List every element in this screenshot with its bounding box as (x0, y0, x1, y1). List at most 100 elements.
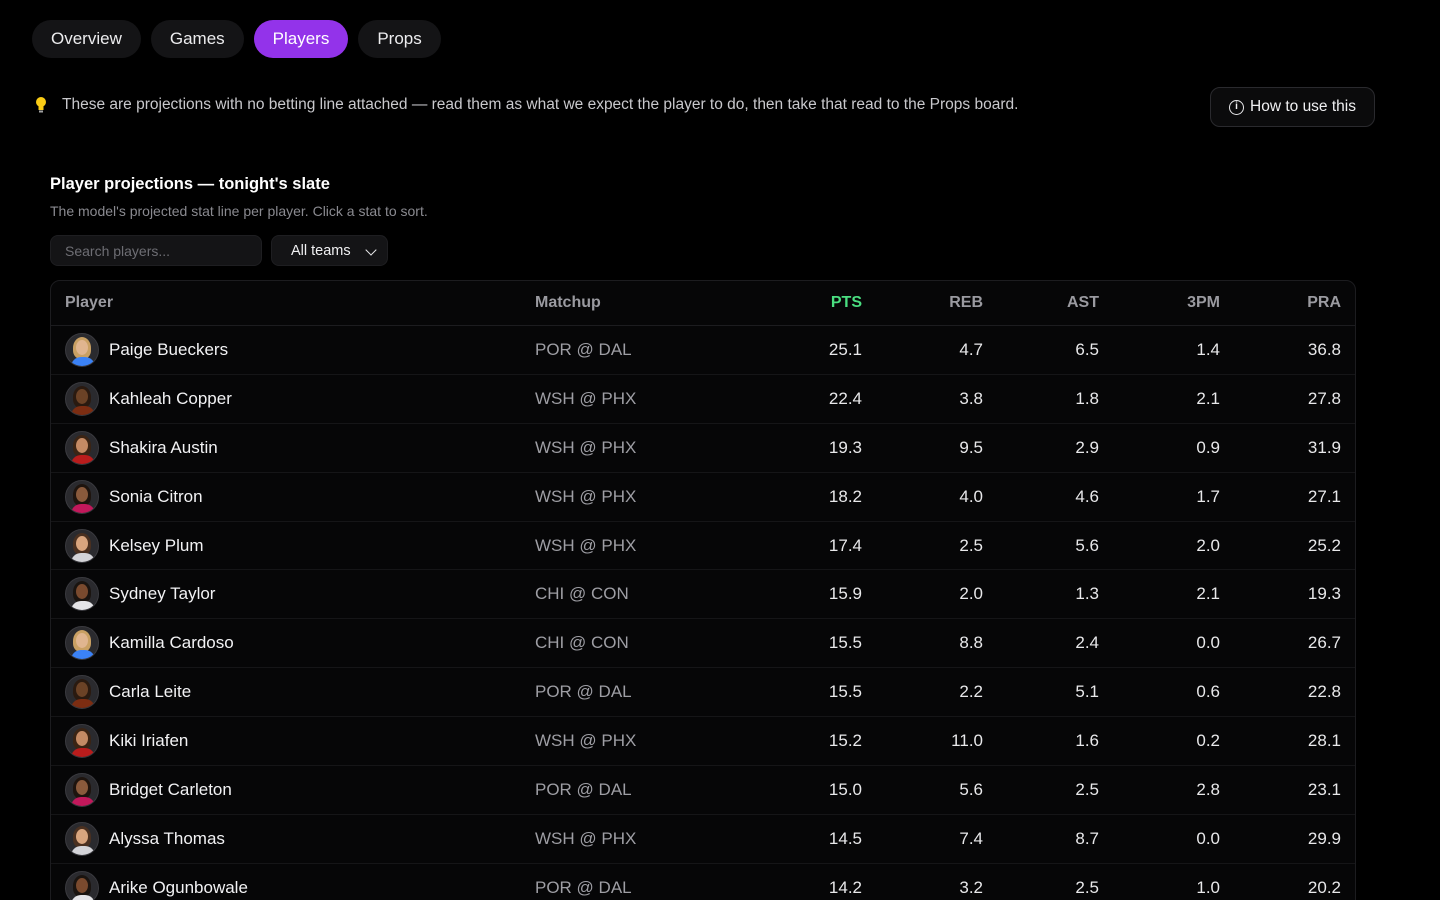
search-players-input[interactable] (50, 235, 262, 266)
reb-value: 4.0 (959, 486, 983, 506)
pra-value: 25.2 (1307, 535, 1341, 555)
matchup-text: WSH @ PHX (535, 828, 637, 848)
projections-table: Player Matchup PTS REB AST 3PM PRA Paige… (50, 280, 1356, 900)
player-cell: Kiki Iriafen (51, 724, 521, 759)
table-row[interactable]: Kahleah Copper WSH @ PHX 22.4 3.8 1.8 2.… (51, 375, 1355, 424)
player-cell: Shakira Austin (51, 430, 521, 465)
matchup-text: WSH @ PHX (535, 535, 637, 555)
ast-value: 5.6 (1075, 535, 1099, 555)
3pm-value: 1.0 (1196, 877, 1220, 897)
pra-value: 36.8 (1307, 339, 1341, 359)
table-row[interactable]: Kiki Iriafen WSH @ PHX 15.2 11.0 1.6 0.2… (51, 717, 1355, 767)
pts-value: 15.5 (828, 633, 862, 653)
how-to-use-button[interactable]: i How to use this (1210, 87, 1375, 127)
matchup-cell: WSH @ PHX (521, 536, 751, 556)
matchup-text: WSH @ PHX (535, 486, 637, 506)
matchup-cell: WSH @ PHX (521, 731, 751, 751)
tab-games[interactable]: Games (150, 20, 244, 58)
player-cell: Carla Leite (51, 675, 521, 710)
matchup-cell: POR @ DAL (521, 340, 751, 360)
notice-text: These are projections with no betting li… (62, 96, 1019, 113)
tab-props[interactable]: Props (358, 20, 441, 58)
matchup-text: POR @ DAL (535, 779, 632, 799)
matchup-cell: POR @ DAL (521, 780, 751, 800)
tab-players[interactable]: Players (253, 20, 349, 58)
avatar (65, 430, 99, 465)
reb-value: 8.8 (959, 633, 983, 653)
avatar (65, 626, 99, 661)
ast-value: 8.7 (1075, 828, 1099, 848)
avatar (65, 528, 99, 563)
player-name: Paige Bueckers (109, 339, 229, 359)
table-row[interactable]: Shakira Austin WSH @ PHX 19.3 9.5 2.9 0.… (51, 424, 1355, 473)
table-row[interactable]: Bridget Carleton POR @ DAL 15.0 5.6 2.5 … (51, 766, 1355, 815)
avatar (65, 772, 99, 807)
team-filter-value: All teams (291, 242, 351, 259)
player-name: Kamilla Cardoso (109, 633, 234, 653)
ast-value: 2.5 (1075, 877, 1099, 897)
avatar (65, 870, 99, 900)
section-title: Player projections — tonight's slate (50, 175, 330, 193)
team-filter-select[interactable]: All teams (271, 235, 388, 266)
player-cell: Arike Ogunbowale (51, 870, 521, 900)
3pm-value: 0.6 (1196, 682, 1220, 702)
player-cell: Bridget Carleton (51, 772, 521, 807)
player-name: Carla Leite (109, 682, 192, 702)
pra-value: 19.3 (1307, 584, 1341, 604)
player-cell: Sydney Taylor (51, 577, 521, 612)
table-row[interactable]: Sydney Taylor CHI @ CON 15.9 2.0 1.3 2.1… (51, 570, 1355, 620)
avatar (65, 381, 99, 416)
pra-value: 29.9 (1307, 828, 1341, 848)
col-header-reb[interactable]: REB (862, 294, 983, 312)
table-body: Paige Bueckers POR @ DAL 25.1 4.7 6.5 1.… (51, 326, 1355, 900)
3pm-value: 1.4 (1196, 339, 1220, 359)
lightbulb-icon (36, 97, 46, 113)
player-cell: Paige Bueckers (51, 332, 521, 367)
nav-tabs: Overview Games Players Props (32, 20, 441, 58)
table-row[interactable]: Arike Ogunbowale POR @ DAL 14.2 3.2 2.5 … (51, 864, 1355, 900)
pts-value: 14.2 (828, 877, 862, 897)
table-row[interactable]: Paige Bueckers POR @ DAL 25.1 4.7 6.5 1.… (51, 326, 1355, 375)
col-header-3pm[interactable]: 3PM (1099, 294, 1220, 312)
matchup-text: WSH @ PHX (535, 731, 637, 751)
matchup-cell: POR @ DAL (521, 878, 751, 898)
avatar (65, 479, 99, 514)
3pm-value: 0.2 (1196, 731, 1220, 751)
table-row[interactable]: Carla Leite POR @ DAL 15.5 2.2 5.1 0.6 2… (51, 668, 1355, 718)
3pm-value: 0.9 (1196, 437, 1220, 457)
section-subtitle: The model's projected stat line per play… (50, 203, 428, 219)
player-cell: Kelsey Plum (51, 528, 521, 563)
col-header-ast[interactable]: AST (983, 294, 1099, 312)
col-header-pts[interactable]: PTS (751, 294, 862, 312)
avatar (65, 724, 99, 759)
reb-value: 7.4 (959, 828, 983, 848)
pts-value: 19.3 (828, 437, 862, 457)
pts-value: 18.2 (828, 486, 862, 506)
col-header-matchup: Matchup (535, 294, 601, 311)
table-row[interactable]: Alyssa Thomas WSH @ PHX 14.5 7.4 8.7 0.0… (51, 815, 1355, 864)
matchup-cell: WSH @ PHX (521, 438, 751, 458)
reb-value: 2.2 (959, 682, 983, 702)
table-row[interactable]: Sonia Citron WSH @ PHX 18.2 4.0 4.6 1.7 … (51, 473, 1355, 522)
matchup-text: POR @ DAL (535, 682, 632, 702)
ast-value: 2.4 (1075, 633, 1099, 653)
table-row[interactable]: Kelsey Plum WSH @ PHX 17.4 2.5 5.6 2.0 2… (51, 522, 1355, 571)
pra-value: 28.1 (1307, 731, 1341, 751)
tab-overview[interactable]: Overview (32, 20, 141, 58)
matchup-cell: POR @ DAL (521, 682, 751, 702)
info-icon: i (1229, 99, 1245, 115)
avatar (65, 577, 99, 612)
table-header: Player Matchup PTS REB AST 3PM PRA (51, 281, 1355, 326)
pra-value: 27.1 (1307, 486, 1341, 506)
avatar (65, 332, 99, 367)
3pm-value: 2.8 (1196, 779, 1220, 799)
matchup-text: POR @ DAL (535, 877, 632, 897)
reb-value: 11.0 (951, 731, 983, 751)
table-row[interactable]: Kamilla Cardoso CHI @ CON 15.5 8.8 2.4 0… (51, 619, 1355, 669)
col-header-pra[interactable]: PRA (1220, 294, 1341, 312)
player-cell: Sonia Citron (51, 479, 521, 514)
reb-value: 2.0 (959, 584, 983, 604)
reb-value: 2.5 (959, 535, 983, 555)
3pm-value: 2.0 (1196, 535, 1220, 555)
player-name: Sydney Taylor (109, 584, 216, 604)
